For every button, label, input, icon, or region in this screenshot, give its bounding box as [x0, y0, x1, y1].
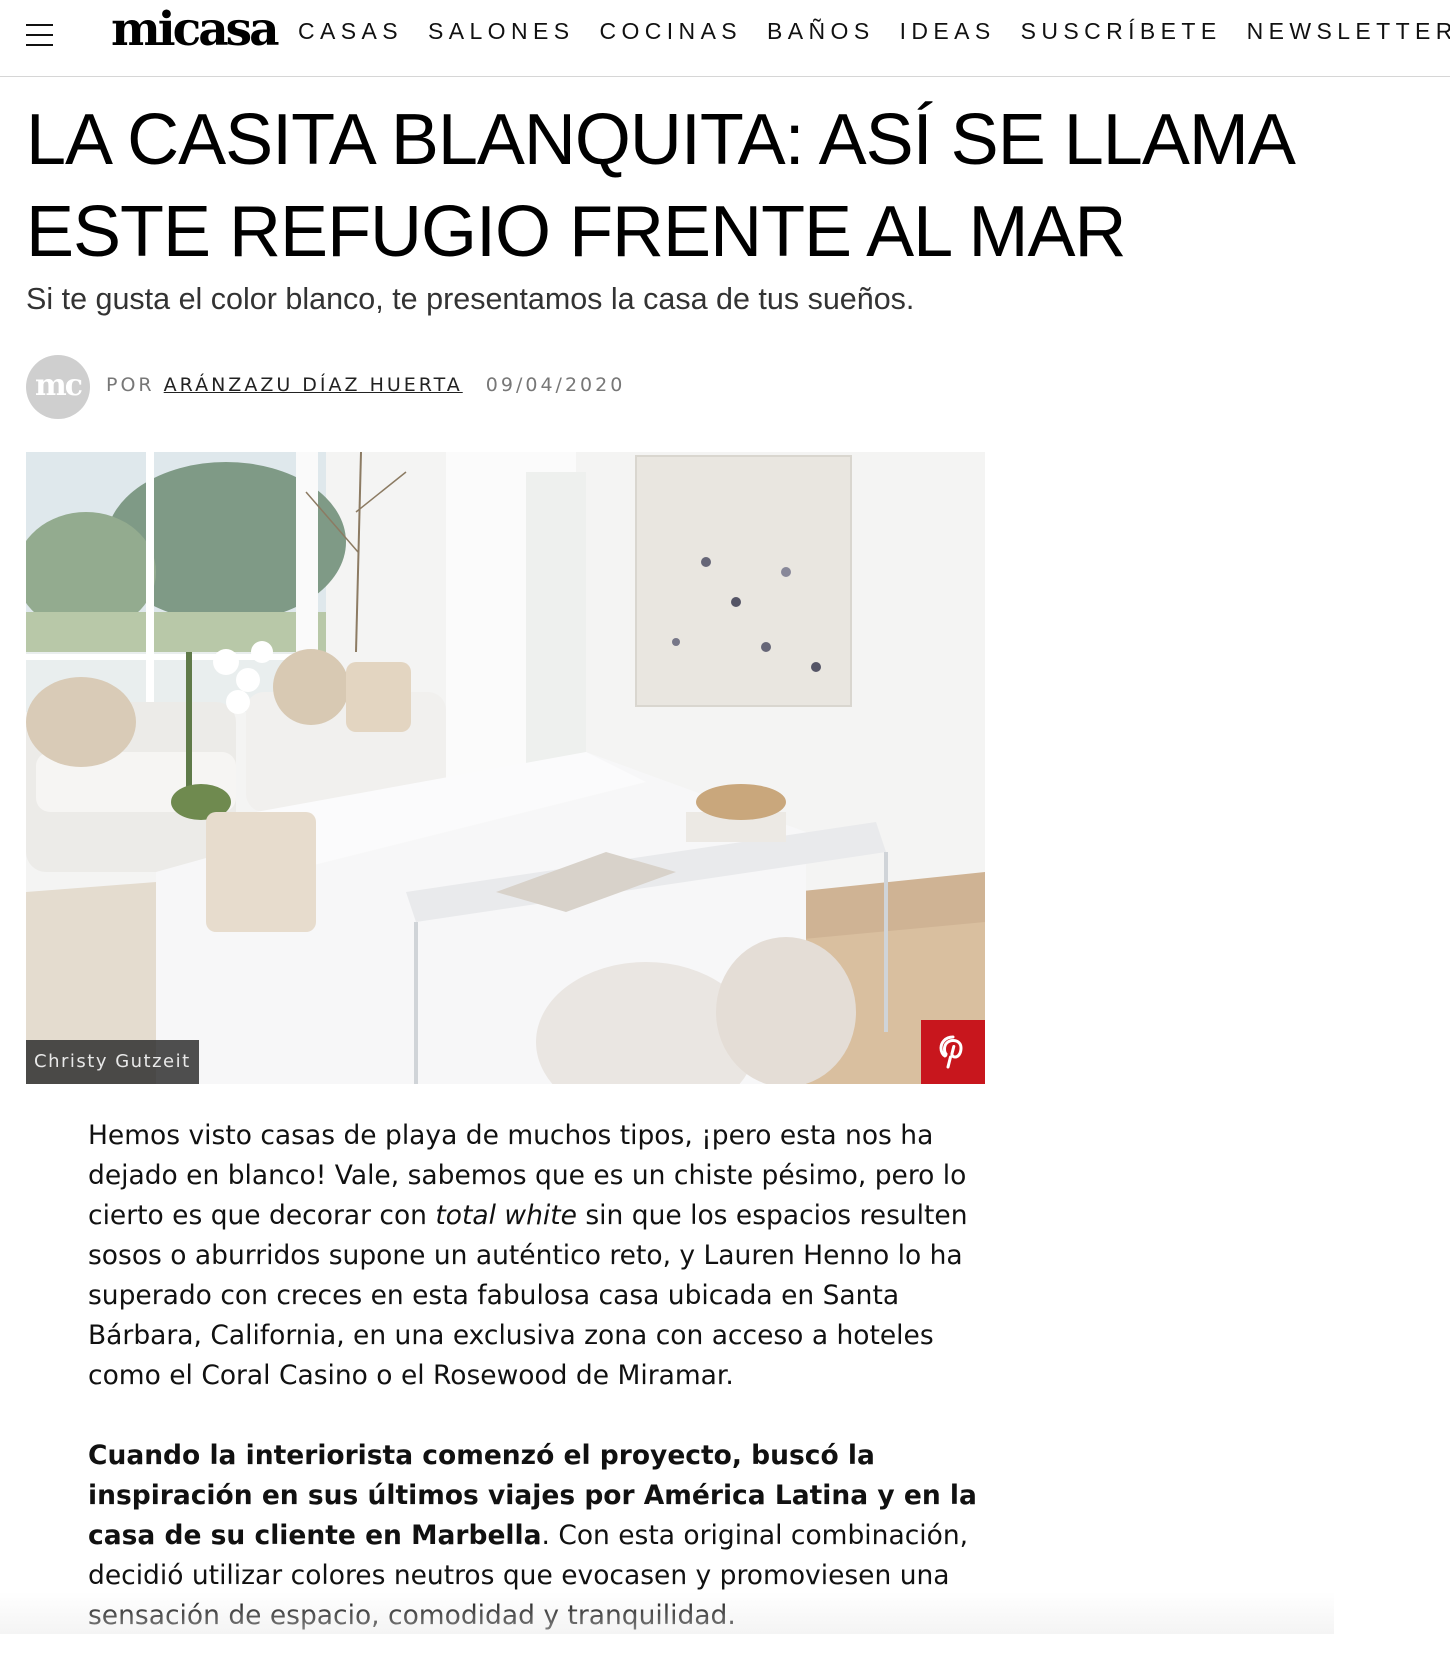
nav-item-cocinas[interactable]: COCINAS	[599, 16, 742, 46]
publish-date: 09/04/2020	[485, 374, 626, 396]
byline: POR ARÁNZAZU DÍAZ HUERTA 09/04/2020	[106, 374, 625, 396]
article-title: LA CASITA BLANQUITA: ASÍ SE LLAMA ESTE R…	[26, 100, 1292, 272]
nav-item-newsletter[interactable]: NEWSLETTER	[1247, 16, 1450, 46]
hamburger-menu-icon[interactable]	[26, 22, 54, 48]
bottom-fade	[0, 1592, 1334, 1634]
site-header: micasa CASAS SALONES COCINAS BAÑOS IDEAS…	[0, 0, 1450, 77]
author-avatar: mc	[26, 355, 90, 419]
byline-prefix: POR	[106, 374, 155, 396]
main-nav: CASAS SALONES COCINAS BAÑOS IDEAS SUSCRÍ…	[298, 16, 1450, 46]
site-logo[interactable]: micasa	[111, 2, 280, 57]
nav-item-salones[interactable]: SALONES	[428, 16, 574, 46]
nav-item-ideas[interactable]: IDEAS	[900, 16, 996, 46]
nav-item-casas[interactable]: CASAS	[298, 16, 403, 46]
living-room-photo	[26, 452, 985, 1084]
pinterest-button[interactable]	[921, 1020, 985, 1084]
nav-item-banos[interactable]: BAÑOS	[767, 16, 875, 46]
author-link[interactable]: ARÁNZAZU DÍAZ HUERTA	[164, 374, 463, 396]
paragraph-1: Hemos visto casas de playa de muchos tip…	[88, 1116, 988, 1396]
p1-italic: total white	[435, 1200, 577, 1231]
pinterest-icon	[939, 1035, 963, 1069]
nav-item-suscribete[interactable]: SUSCRÍBETE	[1021, 16, 1222, 46]
article-subtitle: Si te gusta el color blanco, te presenta…	[26, 282, 915, 316]
hero-image: Christy Gutzeit	[26, 452, 985, 1084]
image-credit: Christy Gutzeit	[26, 1040, 199, 1084]
